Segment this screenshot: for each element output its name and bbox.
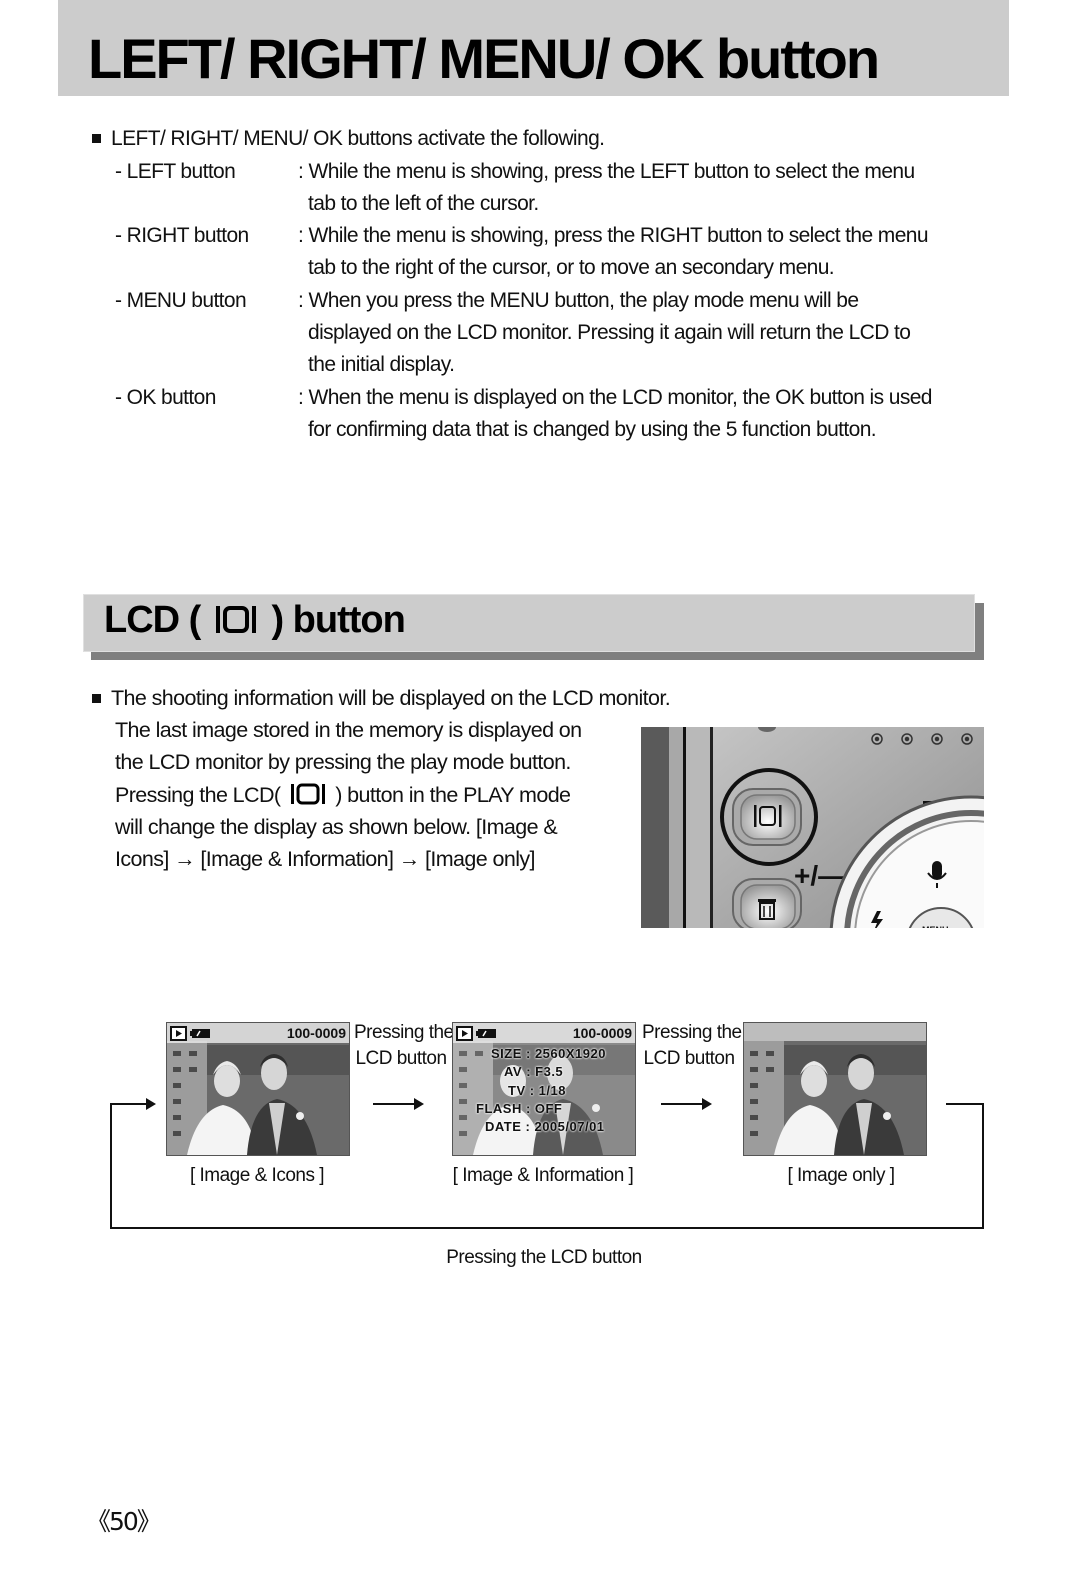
info-av: AV : F3.5 xyxy=(504,1064,564,1079)
para-text-4b: ) button in the PLAY mode xyxy=(335,783,571,807)
loop-arrow-head xyxy=(146,1098,156,1110)
bullet-icon xyxy=(92,694,101,703)
camera-back-photo: +/— MENU xyxy=(641,727,984,928)
item-desc-left-1: : While the menu is showing, press the L… xyxy=(298,160,915,183)
loop-line-left xyxy=(110,1103,112,1229)
para-line-5: will change the display as shown below. … xyxy=(115,815,558,839)
play-icon xyxy=(456,1026,473,1041)
couple-photo xyxy=(744,1023,926,1155)
loop-line-right xyxy=(982,1103,984,1229)
para-text-1: The shooting information will be display… xyxy=(111,686,671,710)
transition-label-1b: LCD button xyxy=(355,1048,447,1069)
bullet-icon xyxy=(92,134,101,143)
screen-image-only xyxy=(743,1022,927,1156)
page-number: 《50》 xyxy=(86,1507,162,1536)
battery-icon xyxy=(190,1029,210,1038)
section1-intro: LEFT/ RIGHT/ MENU/ OK buttons activate t… xyxy=(92,123,605,155)
section-title-suffix: ) button xyxy=(271,599,405,641)
info-size: SIZE : 2560X1920 xyxy=(491,1046,606,1061)
para-line-2: The last image stored in the memory is d… xyxy=(115,718,582,742)
arrow-right-icon xyxy=(414,1098,424,1110)
caption-image-icons: [ Image & Icons ] xyxy=(189,1165,325,1186)
intro-text: LEFT/ RIGHT/ MENU/ OK buttons activate t… xyxy=(111,127,605,150)
para-line-4: Pressing the LCD( ) button in the PLAY m… xyxy=(115,779,571,811)
item-label-left: - LEFT button xyxy=(115,160,236,183)
lcd-display-icon xyxy=(215,606,256,633)
section-title-prefix: LCD ( xyxy=(104,599,201,641)
transition-label-2a: Pressing the xyxy=(642,1022,742,1043)
para-line-3: the LCD monitor by pressing the play mod… xyxy=(115,750,571,774)
caption-image-only: [ Image only ] xyxy=(787,1165,895,1186)
para-text-4a: Pressing the LCD( xyxy=(115,783,281,807)
item-desc-left-2: tab to the left of the cursor. xyxy=(308,192,539,215)
osd-icons xyxy=(170,1026,210,1041)
item-desc-menu-3: the initial display. xyxy=(308,353,455,376)
battery-icon xyxy=(476,1029,496,1038)
item-desc-right-2: tab to the right of the cursor, or to mo… xyxy=(308,256,835,279)
para-line-6: Icons] → [Image & Information] → [Image … xyxy=(115,847,536,871)
loop-line-right-top xyxy=(946,1103,984,1105)
para-line-1: The shooting information will be display… xyxy=(92,682,671,714)
plus-minus-label: +/— xyxy=(794,860,846,891)
item-desc-menu-2: displayed on the LCD monitor. Pressing i… xyxy=(308,321,911,344)
info-date: DATE : 2005/07/01 xyxy=(485,1119,605,1134)
arrow-line-2 xyxy=(661,1103,705,1105)
info-flash: FLASH : OFF xyxy=(476,1101,563,1116)
svg-text:MENU: MENU xyxy=(922,925,949,928)
item-label-menu: - MENU button xyxy=(115,289,247,312)
item-desc-ok-1: : When the menu is displayed on the LCD … xyxy=(298,386,932,409)
item-desc-right-1: : While the menu is showing, press the R… xyxy=(298,224,929,247)
file-number: 100-0009 xyxy=(572,1025,632,1041)
item-desc-ok-2: for confirming data that is changed by u… xyxy=(308,418,877,441)
caption-image-information: [ Image & Information ] xyxy=(452,1165,634,1186)
screen-image-icons: 100-0009 xyxy=(166,1022,350,1156)
item-label-ok: - OK button xyxy=(115,386,216,409)
play-icon xyxy=(170,1026,187,1041)
page-title: LEFT/ RIGHT/ MENU/ OK button xyxy=(88,27,880,90)
lcd-display-icon xyxy=(290,783,325,805)
file-number: 100-0009 xyxy=(286,1025,346,1041)
section-title: LCD ( ) button xyxy=(104,599,406,642)
transition-label-1a: Pressing the xyxy=(354,1022,454,1043)
arrow-right-icon xyxy=(702,1098,712,1110)
info-tv: TV : 1/18 xyxy=(508,1083,566,1098)
arrow-line-1 xyxy=(373,1103,417,1105)
item-desc-menu-1: : When you press the MENU button, the pl… xyxy=(298,289,859,312)
loop-line-bottom xyxy=(110,1227,984,1229)
item-label-right: - RIGHT button xyxy=(115,224,249,247)
transition-label-2b: LCD button xyxy=(643,1048,735,1069)
screen-image-information: 100-0009 SIZE : 2560X1920 AV : F3.5 TV :… xyxy=(452,1022,636,1156)
loop-label: Pressing the LCD button xyxy=(446,1247,642,1268)
camera-illustration: +/— MENU xyxy=(641,727,984,928)
osd-icons xyxy=(456,1026,496,1041)
